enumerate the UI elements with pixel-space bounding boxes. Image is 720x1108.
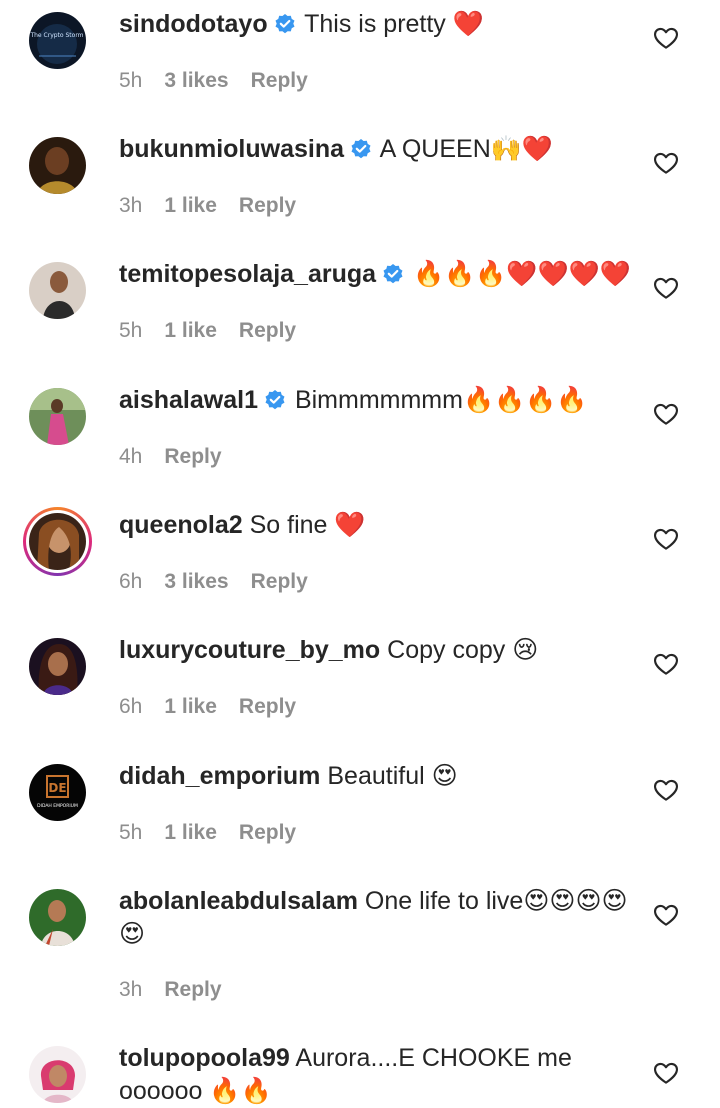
- comment-text: didah_emporium Beautiful 😍: [119, 760, 644, 793]
- svg-text:DE: DE: [48, 781, 66, 795]
- comments-list: The Crypto Storm sindodotayo This is pre…: [0, 0, 720, 1107]
- likes-count[interactable]: 3 likes: [164, 69, 228, 92]
- avatar-logo-text: The Crypto Storm: [29, 32, 83, 39]
- username-link[interactable]: bukunmioluwasina: [119, 135, 344, 163]
- comment-time: 5h: [119, 821, 143, 844]
- heart-outline-icon[interactable]: [652, 650, 680, 678]
- comment-time: 3h: [119, 978, 143, 1001]
- avatar[interactable]: [29, 262, 86, 319]
- avatar-logo-text: DIDAH EMPORIUM: [37, 803, 78, 809]
- comment-text: aishalawal1 Bimmmmmmm🔥🔥🔥🔥: [119, 384, 644, 417]
- comment-time: 5h: [119, 319, 143, 342]
- reply-button[interactable]: Reply: [164, 978, 221, 1001]
- comment-time: 5h: [119, 69, 143, 92]
- likes-count[interactable]: 1 like: [164, 821, 217, 844]
- comment-time: 4h: [119, 445, 143, 468]
- comment-text: bukunmioluwasina A QUEEN🙌❤️: [119, 133, 644, 166]
- heart-outline-icon[interactable]: [652, 525, 680, 553]
- likes-count[interactable]: 1 like: [164, 695, 217, 718]
- comment-meta: 6h 3 likes Reply: [119, 570, 330, 594]
- comment-body: Copy copy 😢: [387, 636, 539, 664]
- username-link[interactable]: temitopesolaja_aruga: [119, 260, 376, 288]
- reply-button[interactable]: Reply: [239, 194, 296, 217]
- reply-button[interactable]: Reply: [239, 695, 296, 718]
- reply-button[interactable]: Reply: [251, 69, 308, 92]
- comment-time: 6h: [119, 695, 143, 718]
- heart-outline-icon[interactable]: [652, 274, 680, 302]
- comment-time: 3h: [119, 194, 143, 217]
- comment-meta: 6h 1 like Reply: [119, 695, 318, 719]
- username-link[interactable]: aishalawal1: [119, 386, 258, 414]
- username-link[interactable]: queenola2: [119, 511, 243, 539]
- likes-count[interactable]: 1 like: [164, 319, 217, 342]
- heart-outline-icon[interactable]: [652, 901, 680, 929]
- heart-outline-icon[interactable]: [652, 24, 680, 52]
- verified-badge-icon: [275, 14, 295, 34]
- comment-meta: 3h 1 like Reply: [119, 194, 318, 218]
- verified-badge-icon: [265, 390, 285, 410]
- comment-meta: 5h 3 likes Reply: [119, 69, 330, 93]
- comment-body: A QUEEN🙌❤️: [379, 135, 554, 163]
- avatar[interactable]: [29, 889, 86, 946]
- verified-badge-icon: [383, 264, 403, 284]
- heart-outline-icon[interactable]: [652, 400, 680, 428]
- avatar-story-ring[interactable]: [23, 507, 92, 576]
- comment-meta: 5h 1 like Reply: [119, 319, 318, 343]
- avatar: [29, 513, 86, 570]
- likes-count[interactable]: 1 like: [164, 194, 217, 217]
- username-link[interactable]: sindodotayo: [119, 10, 268, 38]
- reply-button[interactable]: Reply: [239, 821, 296, 844]
- reply-button[interactable]: Reply: [251, 570, 308, 593]
- avatar[interactable]: [29, 1046, 86, 1103]
- username-link[interactable]: didah_emporium: [119, 762, 320, 790]
- verified-badge-icon: [351, 139, 371, 159]
- comment-text: luxurycouture_by_mo Copy copy 😢: [119, 634, 644, 667]
- avatar[interactable]: DE DIDAH EMPORIUM: [29, 764, 86, 821]
- avatar[interactable]: The Crypto Storm: [29, 12, 86, 69]
- heart-outline-icon[interactable]: [652, 776, 680, 804]
- comment-body: So fine ❤️: [249, 511, 366, 539]
- username-link[interactable]: tolupopoola99: [119, 1044, 290, 1072]
- avatar[interactable]: [29, 137, 86, 194]
- comment-text: queenola2 So fine ❤️: [119, 509, 644, 542]
- comment-meta: 5h 1 like Reply: [119, 821, 318, 845]
- reply-button[interactable]: Reply: [239, 319, 296, 342]
- comment-text: sindodotayo This is pretty ❤️: [119, 8, 644, 41]
- comment-text: tolupopoola99 Aurora....E CHOOKE me oooo…: [119, 1042, 644, 1108]
- comment-body: This is pretty ❤️: [304, 10, 484, 38]
- comment-text: abolanleabdulsalam One life to live😍😍😍😍😍: [119, 885, 644, 951]
- avatar[interactable]: [29, 388, 86, 445]
- avatar[interactable]: [29, 638, 86, 695]
- heart-outline-icon[interactable]: [652, 1059, 680, 1087]
- username-link[interactable]: abolanleabdulsalam: [119, 887, 358, 915]
- comment-meta: 4h Reply: [119, 445, 244, 469]
- reply-button[interactable]: Reply: [164, 445, 221, 468]
- comment-body: Bimmmmmmm🔥🔥🔥🔥: [294, 386, 588, 414]
- comment-time: 6h: [119, 570, 143, 593]
- likes-count[interactable]: 3 likes: [164, 570, 228, 593]
- comment-body: 🔥🔥🔥❤️❤️❤️❤️: [412, 260, 631, 288]
- comment-text: temitopesolaja_aruga 🔥🔥🔥❤️❤️❤️❤️: [119, 258, 644, 291]
- comment-meta: 3h Reply: [119, 978, 244, 1002]
- heart-outline-icon[interactable]: [652, 149, 680, 177]
- comment-body: Beautiful 😍: [327, 762, 458, 790]
- username-link[interactable]: luxurycouture_by_mo: [119, 636, 380, 664]
